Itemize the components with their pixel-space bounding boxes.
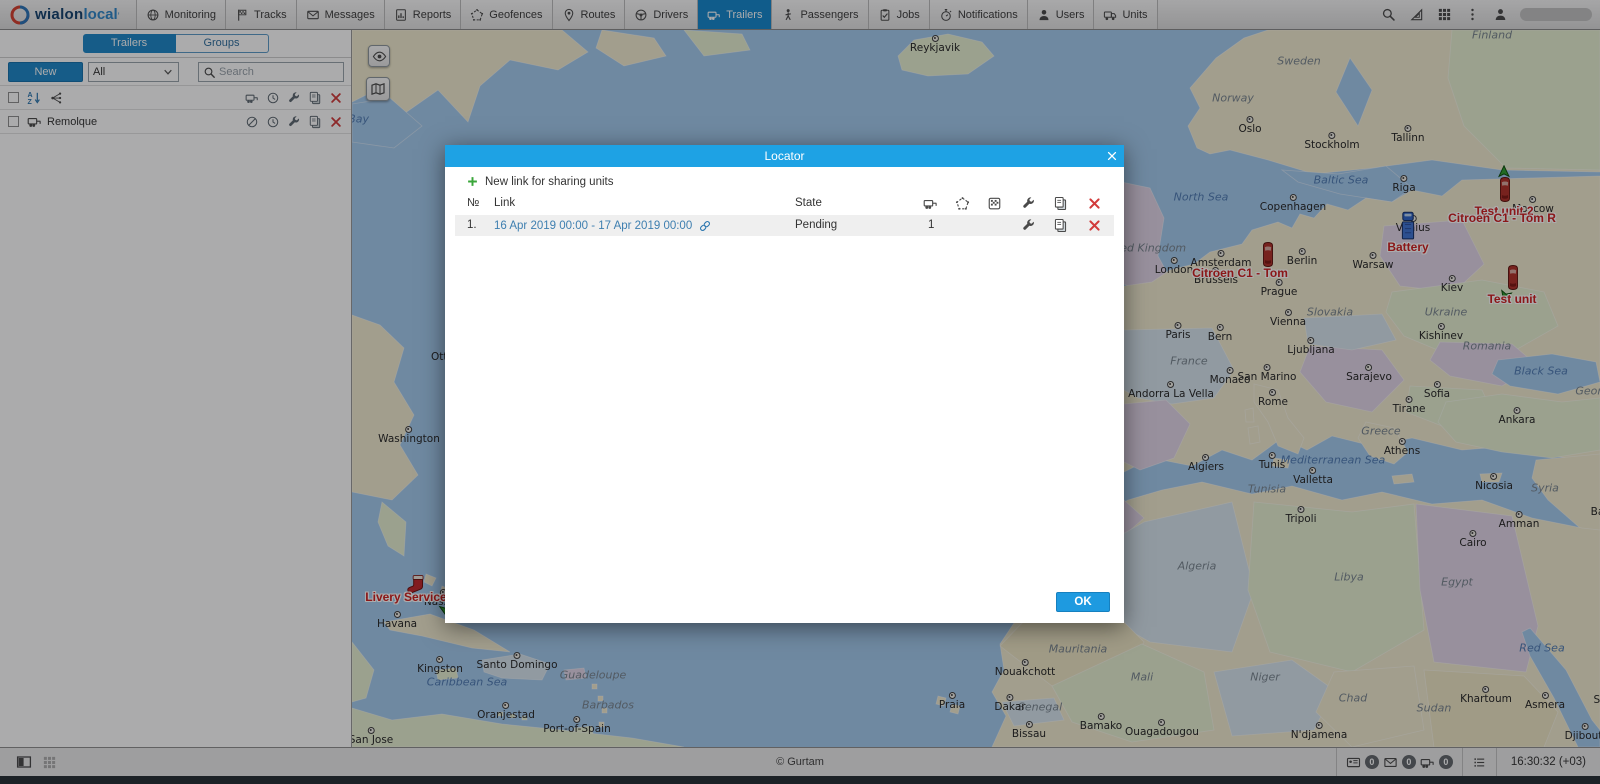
delete-x-icon <box>1087 196 1102 211</box>
trailer-icon <box>923 196 938 211</box>
col-link: Link <box>494 197 515 209</box>
new-link-button[interactable]: New link for sharing units <box>466 175 613 188</box>
col-wrench <box>1021 196 1036 214</box>
close-icon[interactable] <box>1104 148 1120 164</box>
col-delete-x <box>1087 196 1102 214</box>
col-num: № <box>467 197 479 209</box>
links-table-header: № Link State <box>445 194 1124 214</box>
col-race-flag <box>987 196 1002 214</box>
delete-x-icon[interactable] <box>1087 218 1102 233</box>
col-geofence <box>955 196 970 214</box>
col-state: State <box>795 197 822 209</box>
row-action-wrench[interactable] <box>1021 218 1036 236</box>
link-row: 1. 16 Apr 2019 00:00 - 17 Apr 2019 00:00… <box>455 215 1114 236</box>
wrench-icon <box>1021 196 1036 211</box>
row-action-delete-x[interactable] <box>1087 218 1102 236</box>
ok-button[interactable]: OK <box>1056 592 1110 612</box>
row-state: Pending <box>795 219 837 231</box>
plus-icon <box>466 175 479 188</box>
locator-link[interactable]: 16 Apr 2019 00:00 - 17 Apr 2019 00:00 <box>494 219 712 233</box>
chain-link-icon <box>698 219 712 233</box>
wrench-icon[interactable] <box>1021 218 1036 233</box>
row-action-copy[interactable] <box>1053 218 1068 236</box>
race-flag-icon <box>987 196 1002 211</box>
geofence-icon <box>955 196 970 211</box>
dialog-title: Locator <box>764 149 804 163</box>
row-num: 1. <box>467 219 477 231</box>
copy-icon[interactable] <box>1053 218 1068 233</box>
col-copy <box>1053 196 1068 214</box>
dialog-titlebar: Locator <box>445 145 1124 167</box>
row-units-count: 1 <box>928 219 934 231</box>
col-trailer <box>923 196 938 214</box>
copy-icon <box>1053 196 1068 211</box>
new-link-label: New link for sharing units <box>485 176 613 188</box>
locator-dialog: Locator New link for sharing units № Lin… <box>445 145 1124 623</box>
